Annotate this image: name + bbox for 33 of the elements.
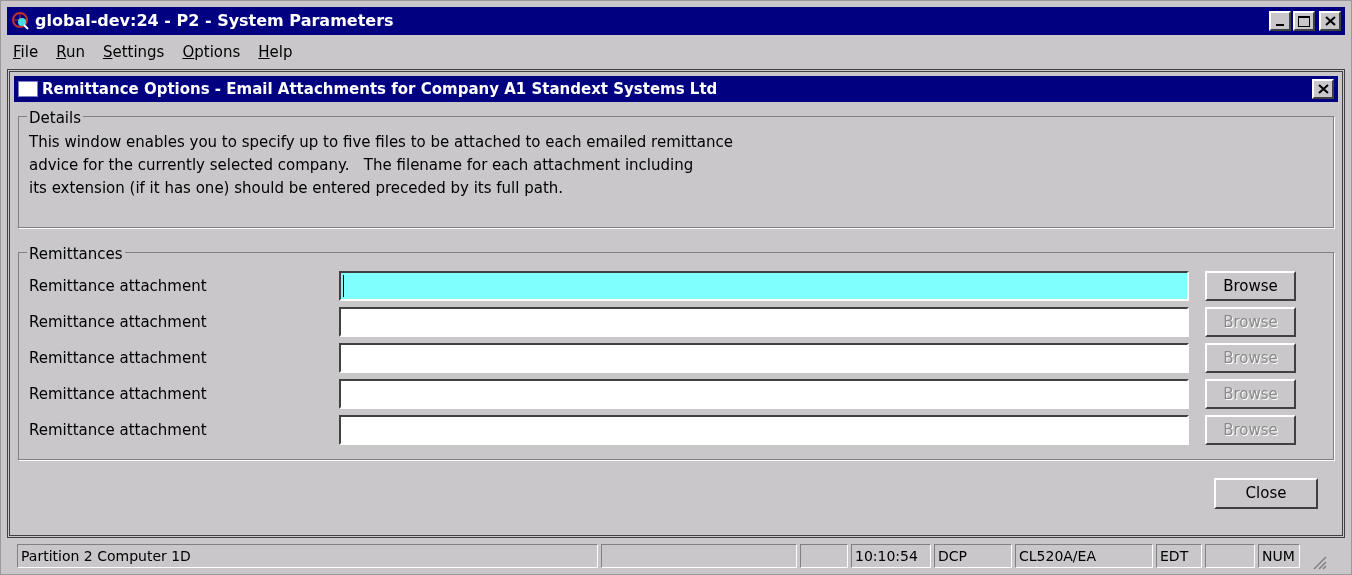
status-panel: NUM bbox=[1258, 544, 1300, 568]
status-panel: 10:10:54 bbox=[851, 544, 931, 568]
field-label: Remittance attachment bbox=[29, 275, 208, 297]
window-icon bbox=[18, 81, 38, 97]
close-button[interactable]: Close bbox=[1214, 478, 1318, 509]
menu-item[interactable]: Help bbox=[258, 40, 293, 64]
menu-item[interactable]: Settings bbox=[102, 40, 165, 64]
menu-item[interactable]: Run bbox=[56, 40, 85, 64]
description-text: This window enables you to specify up to five files to be attached to each emailed remittance advice for the currently selected company. The filename for each attachment including its extension (if it has one) should be entered preceded by its full path. bbox=[29, 132, 734, 199]
status-panel bbox=[1205, 544, 1255, 568]
menu-item[interactable]: Options bbox=[182, 40, 241, 64]
menu-item[interactable]: File bbox=[13, 40, 39, 64]
close-icon bbox=[1317, 84, 1329, 94]
field-label: Remittance attachment bbox=[29, 311, 208, 333]
maximize-button[interactable] bbox=[1293, 11, 1315, 31]
field-label: Remittance attachment bbox=[29, 383, 208, 405]
close-icon bbox=[1324, 16, 1336, 26]
minimize-button[interactable] bbox=[1269, 11, 1291, 31]
close-button[interactable] bbox=[1312, 79, 1334, 99]
input-field[interactable] bbox=[339, 271, 1189, 301]
resize-grip-icon[interactable] bbox=[1311, 554, 1327, 570]
close-button[interactable] bbox=[1319, 11, 1341, 31]
field-label: Remittance attachment bbox=[29, 419, 208, 441]
status-panel: DCP bbox=[934, 544, 1012, 568]
status-panel: EDT bbox=[1156, 544, 1202, 568]
window-title: global-dev:24 - P2 - System Parameters bbox=[35, 10, 395, 32]
globe-magnifier-icon bbox=[11, 11, 31, 31]
status-panel: CL520A/EA bbox=[1015, 544, 1153, 568]
status-panel: Partition 2 Computer 1D bbox=[17, 544, 598, 568]
dialog-title: Remittance Options - Email Attachments for Company A1 Standext Systems Ltd bbox=[42, 78, 719, 100]
status-panel bbox=[800, 544, 848, 568]
field-label: Remittance attachment bbox=[29, 347, 208, 369]
browse-button[interactable]: Browse bbox=[1205, 271, 1296, 301]
